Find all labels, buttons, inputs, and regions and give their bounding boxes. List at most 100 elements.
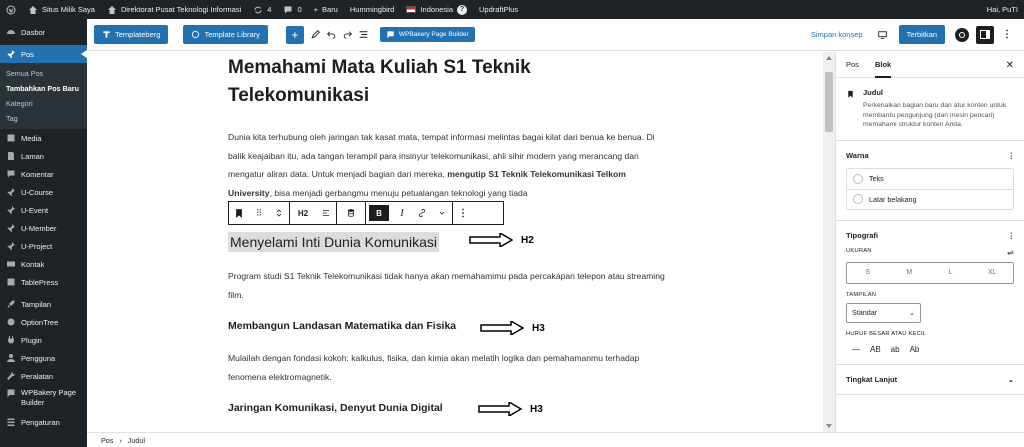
size-xl-option[interactable]: XL [972, 263, 1014, 283]
submenu-all-posts[interactable]: Semua Pos [0, 66, 87, 81]
sidebar-item-tampilan[interactable]: Tampilan [0, 295, 87, 313]
scroll-up-arrow[interactable] [826, 56, 832, 60]
align-button[interactable] [316, 202, 336, 224]
sidebar-item-pos[interactable]: Pos [0, 45, 87, 63]
sidebar-item-media[interactable]: Media [0, 129, 87, 147]
wpbakery-label: WPBakery Page Builder [398, 31, 469, 38]
hummingbird-icon[interactable] [955, 27, 969, 42]
template-library-button[interactable]: Template Library [183, 25, 268, 44]
brush-icon [7, 300, 15, 308]
move-updown-buttons[interactable] [269, 202, 289, 224]
more-options-icon[interactable]: ⋮ [1008, 151, 1015, 160]
updraftplus-link[interactable]: UpdraftPlus [473, 0, 524, 19]
sidebar-item-u-project[interactable]: U-Project [0, 237, 87, 255]
heading-h3-block[interactable]: Jaringan Komunikasi, Denyut Dunia Digita… [228, 402, 668, 414]
sidebar-item-komentar[interactable]: Komentar [0, 165, 87, 183]
paragraph-foundation[interactable]: Mulailah dengan fondasi kokoh: kalkulus,… [228, 349, 668, 386]
new-link[interactable]: + Baru [308, 0, 344, 19]
scroll-down-arrow[interactable] [826, 424, 832, 428]
undo-button[interactable] [324, 26, 340, 44]
sidebar-item-u-member[interactable]: U-Member [0, 219, 87, 237]
link-button[interactable] [412, 202, 432, 224]
submenu-categories[interactable]: Kategori [0, 96, 87, 111]
bold-button[interactable]: B [369, 205, 389, 221]
block-type-button[interactable] [229, 202, 249, 224]
submenu-tags[interactable]: Tag [0, 111, 87, 126]
post-title[interactable]: Memahami Mata Kuliah S1 Teknik Telekomun… [228, 54, 648, 110]
bookmark-icon [848, 90, 853, 98]
appearance-select[interactable]: Standar ⌄ [846, 302, 921, 323]
sidebar-item-u-course[interactable]: U-Course [0, 183, 87, 201]
site-name-link[interactable]: Situs Milik Saya [22, 0, 101, 19]
hummingbird-link[interactable]: Hummingbird [344, 0, 401, 19]
case-lower-option[interactable]: ab [891, 345, 900, 354]
submenu-add-new-post[interactable]: Tambahkan Pos Baru [0, 81, 87, 96]
more-options-icon[interactable]: ⋮ [1008, 231, 1015, 240]
comments-link[interactable]: 0 [277, 0, 307, 19]
list-view-button[interactable] [356, 26, 372, 44]
heading-h3-block[interactable]: Membangun Landasan Matematika dan Fisika [228, 320, 668, 332]
size-settings-icon[interactable]: ⇌ [1007, 248, 1014, 257]
heading-level-button[interactable]: H2 [290, 202, 316, 224]
block-style-button[interactable] [337, 202, 365, 224]
paragraph-program[interactable]: Program studi S1 Teknik Telekomunikasi t… [228, 267, 668, 304]
pin-icon [7, 206, 15, 215]
sidebar-item-wpbakery[interactable]: WPBakery Page Builder [0, 385, 87, 413]
wpbakery-button[interactable]: WPBakery Page Builder [379, 27, 475, 42]
close-icon[interactable]: ✕ [1006, 60, 1014, 71]
more-options-icon[interactable]: ⋮ [1002, 29, 1012, 40]
directorate-link[interactable]: Direktorat Pusat Teknologi Informasi [101, 0, 247, 19]
add-block-button[interactable]: + [285, 25, 304, 44]
paragraph-intro[interactable]: Dunia kita terhubung oleh jaringan tak k… [228, 128, 668, 202]
sidebar-item-tablepress[interactable]: TablePress [0, 273, 87, 291]
save-draft-button[interactable]: Simpan konsep [811, 30, 863, 39]
tools-button[interactable] [308, 26, 324, 44]
size-s-option[interactable]: S [847, 263, 889, 283]
user-icon [7, 354, 15, 362]
heading-h2-block[interactable]: Menyelami Inti Dunia Komunikasi [228, 232, 668, 252]
updates-link[interactable]: 4 [247, 0, 277, 19]
tab-block[interactable]: Blok [874, 52, 892, 78]
user-account[interactable]: Hai, PuTI [981, 0, 1024, 19]
sidebar-item-kontak[interactable]: Kontak [0, 255, 87, 273]
language-label: Indonesia [420, 5, 453, 14]
block-options-button[interactable]: ⋮ [453, 202, 473, 224]
text-color-option[interactable]: Teks [847, 169, 1013, 189]
case-none-option[interactable]: — [852, 345, 860, 354]
background-color-option[interactable]: Latar belakang [847, 188, 1013, 209]
breadcrumb-post[interactable]: Pos [101, 436, 113, 445]
italic-button[interactable]: I [392, 202, 412, 224]
appearance-value: Standar [852, 308, 878, 317]
mail-icon [7, 261, 15, 267]
sidebar-item-u-event[interactable]: U-Event [0, 201, 87, 219]
wp-logo-icon[interactable] [0, 0, 22, 19]
sidebar-item-optiontree[interactable]: OptionTree [0, 313, 87, 331]
language-switcher[interactable]: Indonesia? [400, 0, 473, 19]
preview-button[interactable] [875, 26, 891, 44]
size-l-option[interactable]: L [930, 263, 972, 283]
sidebar-item-dasbor[interactable]: Dasbor [0, 23, 87, 41]
sidebar-item-pengaturan[interactable]: Pengaturan [0, 413, 87, 431]
case-upper-option[interactable]: AB [870, 345, 881, 354]
scroll-thumb[interactable] [825, 72, 833, 132]
breadcrumb-heading[interactable]: Judul [128, 436, 145, 445]
editor-scrollbar[interactable] [823, 52, 835, 432]
sidebar-item-peralatan[interactable]: Peralatan [0, 367, 87, 385]
publish-button[interactable]: Terbitkan [898, 25, 945, 44]
annotation-label: H3 [532, 322, 545, 334]
sidebar-item-laman[interactable]: Laman [0, 147, 87, 165]
drag-handle[interactable]: ⠿ [249, 202, 269, 224]
size-m-option[interactable]: M [889, 263, 931, 283]
settings-toggle-button[interactable] [976, 25, 994, 44]
sidebar-item-label: Laman [21, 151, 44, 161]
wrench-icon [7, 371, 16, 380]
case-capitalize-option[interactable]: Ab [910, 345, 920, 354]
templateberg-button[interactable]: Templateberg [94, 25, 169, 44]
redo-button[interactable] [340, 26, 356, 44]
more-formats-button[interactable] [432, 202, 452, 224]
sidebar-item-plugin[interactable]: Plugin [0, 331, 87, 349]
advanced-panel[interactable]: Tingkat Lanjut ⌄ [836, 365, 1024, 395]
sidebar-item-pengguna[interactable]: Pengguna [0, 349, 87, 367]
tab-post[interactable]: Pos [846, 52, 859, 78]
editor-canvas: Memahami Mata Kuliah S1 Teknik Telekomun… [87, 52, 823, 432]
